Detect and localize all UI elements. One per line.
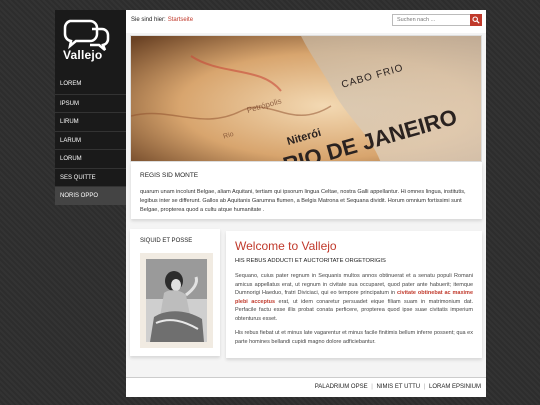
photo-frame [140,253,213,348]
footer: PALADRIUM OPSE | NIMIS ET UTTU | LORAM E… [126,377,486,397]
main-content: Sie sind hier: Startseite Suchen nach ..… [126,10,486,397]
footer-link-loram[interactable]: LORAM EPSINIUM [429,384,481,390]
nav-item-noris-oppo[interactable]: NORIS OPPO [55,186,126,205]
welcome-paragraph-1: Sequano, cuius pater regnum in Sequanis … [235,272,473,323]
main-nav: LOREM IPSUM LIRUM LARUM LORUM SES QUITTE… [55,75,126,205]
side-box: SIQUID ET POSSE [130,229,220,356]
speech-bubbles-icon [63,19,110,51]
logo-text: Vallejo [63,48,103,62]
nav-item-larum[interactable]: LARUM [55,130,126,150]
intro-title: REGIS SID MONTE [140,172,199,179]
breadcrumb-link[interactable]: Startseite [168,17,193,23]
top-bar: Sie sind hier: Startseite [126,10,486,33]
nav-item-lorem[interactable]: LOREM [55,75,126,94]
footer-link-nimis[interactable]: NIMIS ET UTTU [377,384,421,390]
intro-text: quarum unam incolunt Belgae, aliam Aquit… [140,189,466,213]
nav-item-lirum[interactable]: LIRUM [55,112,126,131]
nav-item-ipsum[interactable]: IPSUM [55,93,126,113]
nav-item-ses-quitte[interactable]: SES QUITTE [55,167,126,187]
footer-link-paladrium[interactable]: PALADRIUM OPSE [315,384,368,390]
footer-separator: | [371,384,373,390]
footer-separator: | [423,384,426,390]
search-icon [472,16,480,24]
hero-banner: RIO DE JANEIRO CABO FRIO Niterói Petrópo… [130,35,482,162]
sidebar: Vallejo LOREM IPSUM LIRUM LARUM LORUM SE… [55,10,126,205]
vintage-photo [146,259,207,342]
side-box-title: SIQUID ET POSSE [140,238,193,244]
welcome-title: Welcome to Vallejo [235,239,337,253]
breadcrumb-prefix: Sie sind hier: [131,17,166,23]
nav-item-lorum[interactable]: LORUM [55,149,126,168]
welcome-box: Welcome to Vallejo HIS REBUS ADDUCTI ET … [226,231,482,358]
search-button[interactable] [470,14,482,26]
breadcrumb: Sie sind hier: Startseite [131,17,193,23]
map-image: RIO DE JANEIRO CABO FRIO Niterói Petrópo… [131,36,481,161]
intro-box: REGIS SID MONTE quarum unam incolunt Bel… [131,162,482,219]
logo[interactable]: Vallejo [55,10,126,67]
welcome-paragraph-2: His rebus fiebat ut et minus late vagare… [235,330,473,345]
search-input[interactable] [392,14,474,26]
welcome-subtitle: HIS REBUS ADDUCTI ET AUCTORITATE ORGETOR… [235,258,386,264]
